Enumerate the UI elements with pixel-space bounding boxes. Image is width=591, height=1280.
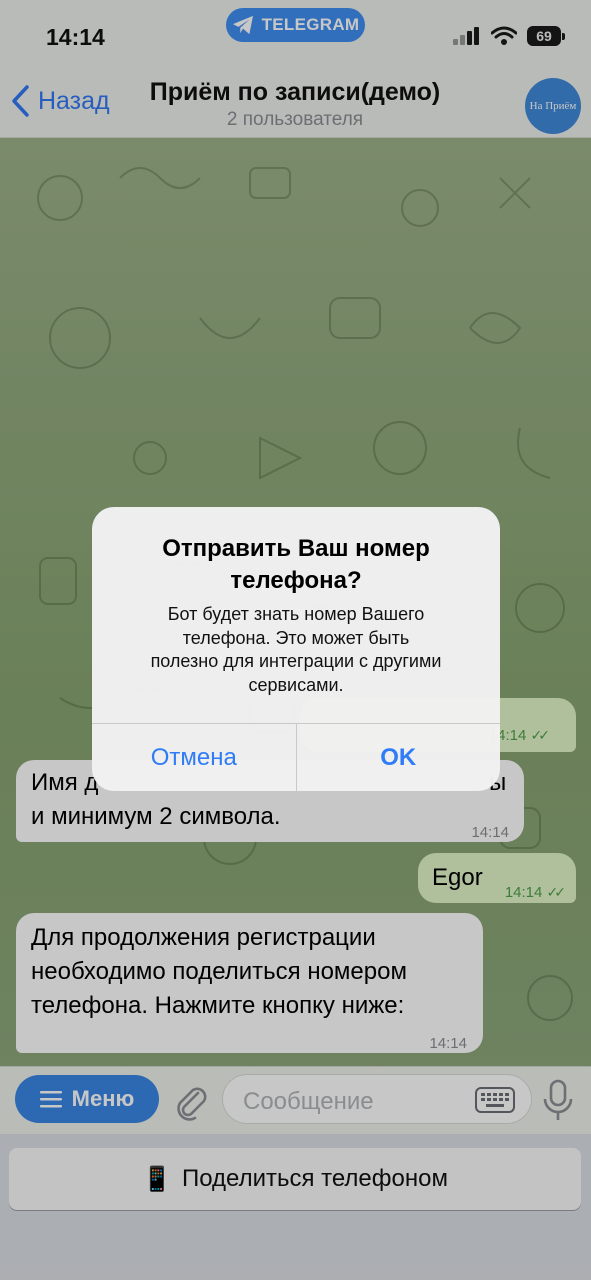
alert-buttons: Отмена OK: [92, 723, 500, 791]
alert-title: Отправить Ваш номер телефона?: [162, 535, 430, 594]
phone-share-alert: Отправить Ваш номер телефона? Бот будет …: [92, 507, 500, 791]
cancel-button[interactable]: Отмена: [92, 724, 296, 791]
alert-message: Бот будет знать номер Вашего телефона. Э…: [150, 604, 442, 695]
ok-button[interactable]: OK: [295, 724, 501, 791]
telegram-chat-screen: 14:14 TELEGRAM 69 Назад Приём по записи(…: [0, 0, 591, 1280]
